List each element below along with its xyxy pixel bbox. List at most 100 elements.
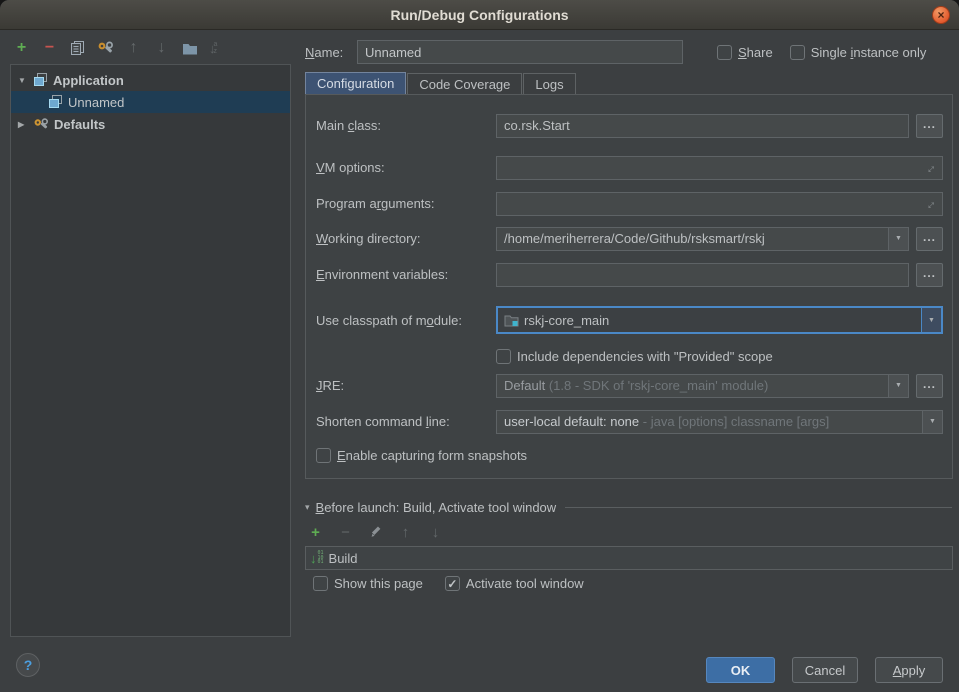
- classpath-module-row: Use classpath of module: rskj-core_main …: [316, 306, 943, 334]
- chevron-down-icon: ▼: [928, 317, 935, 324]
- expand-arrow-icon[interactable]: ▼: [18, 76, 33, 85]
- expand-field-icon[interactable]: ↔: [920, 193, 940, 213]
- main-class-row: Main class: co.rsk.Start ...: [316, 113, 943, 138]
- show-this-page-checkbox-group[interactable]: ✓ Show this page: [313, 576, 423, 591]
- before-launch-task-list: ↓ 01 10 01 Build: [305, 546, 953, 570]
- environment-variables-field[interactable]: [496, 263, 909, 287]
- jre-row: JRE: Default (1.8 - SDK of 'rskj-core_ma…: [316, 373, 943, 398]
- activate-tool-window-checkbox[interactable]: ✓: [445, 576, 460, 591]
- collapse-triangle-icon[interactable]: ▾: [305, 502, 310, 513]
- tree-item-unnamed[interactable]: Unnamed: [11, 91, 290, 113]
- capture-snapshots-checkbox[interactable]: ✓: [316, 448, 331, 463]
- run-debug-configurations-dialog: Run/Debug Configurations × + − ↑: [0, 0, 959, 692]
- jre-combo[interactable]: Default (1.8 - SDK of 'rskj-core_main' m…: [496, 374, 909, 398]
- build-task-label[interactable]: Build: [329, 551, 358, 566]
- move-down-icon[interactable]: ↓: [153, 40, 170, 57]
- capture-snapshots-checkbox-group[interactable]: ✓ Enable capturing form snapshots: [316, 448, 527, 463]
- question-mark-icon: ?: [24, 657, 33, 673]
- vm-options-field[interactable]: ↔: [496, 156, 943, 180]
- program-arguments-field[interactable]: ↔: [496, 192, 943, 216]
- tree-item-label: Defaults: [54, 117, 105, 132]
- edit-defaults-icon[interactable]: [97, 40, 114, 57]
- tab-logs[interactable]: Logs: [523, 73, 575, 95]
- dropdown-button[interactable]: ▼: [888, 375, 908, 397]
- copy-configuration-icon[interactable]: [69, 40, 86, 57]
- environment-variables-row: Environment variables: ...: [316, 262, 943, 287]
- move-task-up-icon[interactable]: ↑: [397, 524, 414, 541]
- name-input[interactable]: [357, 40, 683, 64]
- share-checkbox[interactable]: ✓: [717, 45, 732, 60]
- working-directory-combo[interactable]: /home/meriherrera/Code/Github/rsksmart/r…: [496, 227, 909, 251]
- classpath-module-combo[interactable]: rskj-core_main ▼: [496, 306, 943, 334]
- help-button[interactable]: ?: [16, 653, 40, 677]
- jre-browse-button[interactable]: ...: [916, 374, 943, 398]
- single-instance-checkbox[interactable]: ✓: [790, 45, 805, 60]
- activate-tool-window-checkbox-group[interactable]: ✓ Activate tool window: [445, 576, 584, 591]
- move-task-down-icon[interactable]: ↓: [427, 524, 444, 541]
- main-class-browse-button[interactable]: ...: [916, 114, 943, 138]
- name-row: Name: ✓ Share ✓ Single instance only: [305, 39, 953, 65]
- remove-configuration-icon[interactable]: −: [41, 40, 58, 57]
- activate-tool-window-label: Activate tool window: [466, 576, 584, 591]
- tab-code-coverage[interactable]: Code Coverage: [407, 73, 522, 95]
- cancel-button[interactable]: Cancel: [792, 657, 858, 683]
- single-instance-label: Single instance only: [811, 45, 927, 60]
- dropdown-button[interactable]: ▼: [921, 308, 941, 332]
- before-launch-options: ✓ Show this page ✓ Activate tool window: [313, 576, 584, 591]
- collapse-arrow-icon[interactable]: ▶: [18, 120, 33, 129]
- main-class-label: Main class:: [316, 118, 496, 133]
- move-up-icon[interactable]: ↑: [125, 40, 142, 57]
- expand-field-icon[interactable]: ↔: [920, 157, 940, 177]
- sort-configurations-icon[interactable]: ↓ a z: [209, 41, 217, 56]
- show-this-page-label: Show this page: [334, 576, 423, 591]
- add-task-icon[interactable]: +: [307, 524, 324, 541]
- chevron-down-icon: ▼: [929, 418, 936, 425]
- tree-item-application[interactable]: ▼ Application: [11, 69, 290, 91]
- application-icon: [48, 95, 63, 109]
- working-directory-browse-button[interactable]: ...: [916, 227, 943, 251]
- tree-item-label: Unnamed: [68, 95, 124, 110]
- close-icon: ×: [937, 9, 944, 21]
- vm-options-label: VM options:: [316, 160, 496, 175]
- chevron-down-icon: ▼: [895, 382, 902, 389]
- chevron-down-icon: ▼: [895, 235, 902, 242]
- settings-wrench-icon: [33, 117, 49, 131]
- include-provided-checkbox[interactable]: ✓: [496, 349, 511, 364]
- window-title: Run/Debug Configurations: [390, 7, 568, 23]
- close-button[interactable]: ×: [932, 6, 950, 24]
- single-instance-checkbox-group[interactable]: ✓ Single instance only: [790, 45, 927, 60]
- program-arguments-row: Program arguments: ↔: [316, 191, 943, 216]
- check-icon: ✓: [447, 578, 457, 590]
- main-class-field[interactable]: co.rsk.Start: [496, 114, 909, 138]
- create-folder-icon[interactable]: [181, 40, 198, 57]
- module-icon: [504, 314, 519, 327]
- shorten-command-line-row: Shorten command line: user-local default…: [316, 409, 943, 434]
- configurations-toolbar: + − ↑ ↓ ↓: [13, 36, 217, 60]
- capture-snapshots-row: ✓ Enable capturing form snapshots: [316, 443, 943, 468]
- build-task-icon: ↓ 01 10 01: [310, 551, 324, 565]
- share-checkbox-group[interactable]: ✓ Share: [717, 45, 773, 60]
- program-arguments-label: Program arguments:: [316, 196, 496, 211]
- apply-button[interactable]: Apply: [875, 657, 943, 683]
- before-launch-header[interactable]: ▾ Before launch: Build, Activate tool wi…: [305, 500, 952, 515]
- dropdown-button[interactable]: ▼: [888, 228, 908, 250]
- jre-label: JRE:: [316, 378, 496, 393]
- remove-task-icon[interactable]: −: [337, 524, 354, 541]
- titlebar[interactable]: Run/Debug Configurations ×: [0, 0, 959, 30]
- tree-item-defaults[interactable]: ▶ Defaults: [11, 113, 290, 135]
- dropdown-button[interactable]: ▼: [922, 411, 942, 433]
- include-provided-checkbox-group[interactable]: ✓ Include dependencies with "Provided" s…: [496, 349, 773, 364]
- edit-task-icon[interactable]: [367, 524, 384, 541]
- shorten-command-line-combo[interactable]: user-local default: none - java [options…: [496, 410, 943, 434]
- section-divider: [565, 507, 952, 508]
- working-directory-row: Working directory: /home/meriherrera/Cod…: [316, 226, 943, 251]
- shorten-command-line-label: Shorten command line:: [316, 414, 496, 429]
- show-this-page-checkbox[interactable]: ✓: [313, 576, 328, 591]
- classpath-module-label: Use classpath of module:: [316, 313, 496, 328]
- environment-variables-label: Environment variables:: [316, 267, 496, 282]
- environment-variables-browse-button[interactable]: ...: [916, 263, 943, 287]
- ok-button[interactable]: OK: [706, 657, 775, 683]
- add-configuration-icon[interactable]: +: [13, 40, 30, 57]
- tab-configuration[interactable]: Configuration: [305, 72, 406, 95]
- name-label: Name:: [305, 45, 357, 60]
